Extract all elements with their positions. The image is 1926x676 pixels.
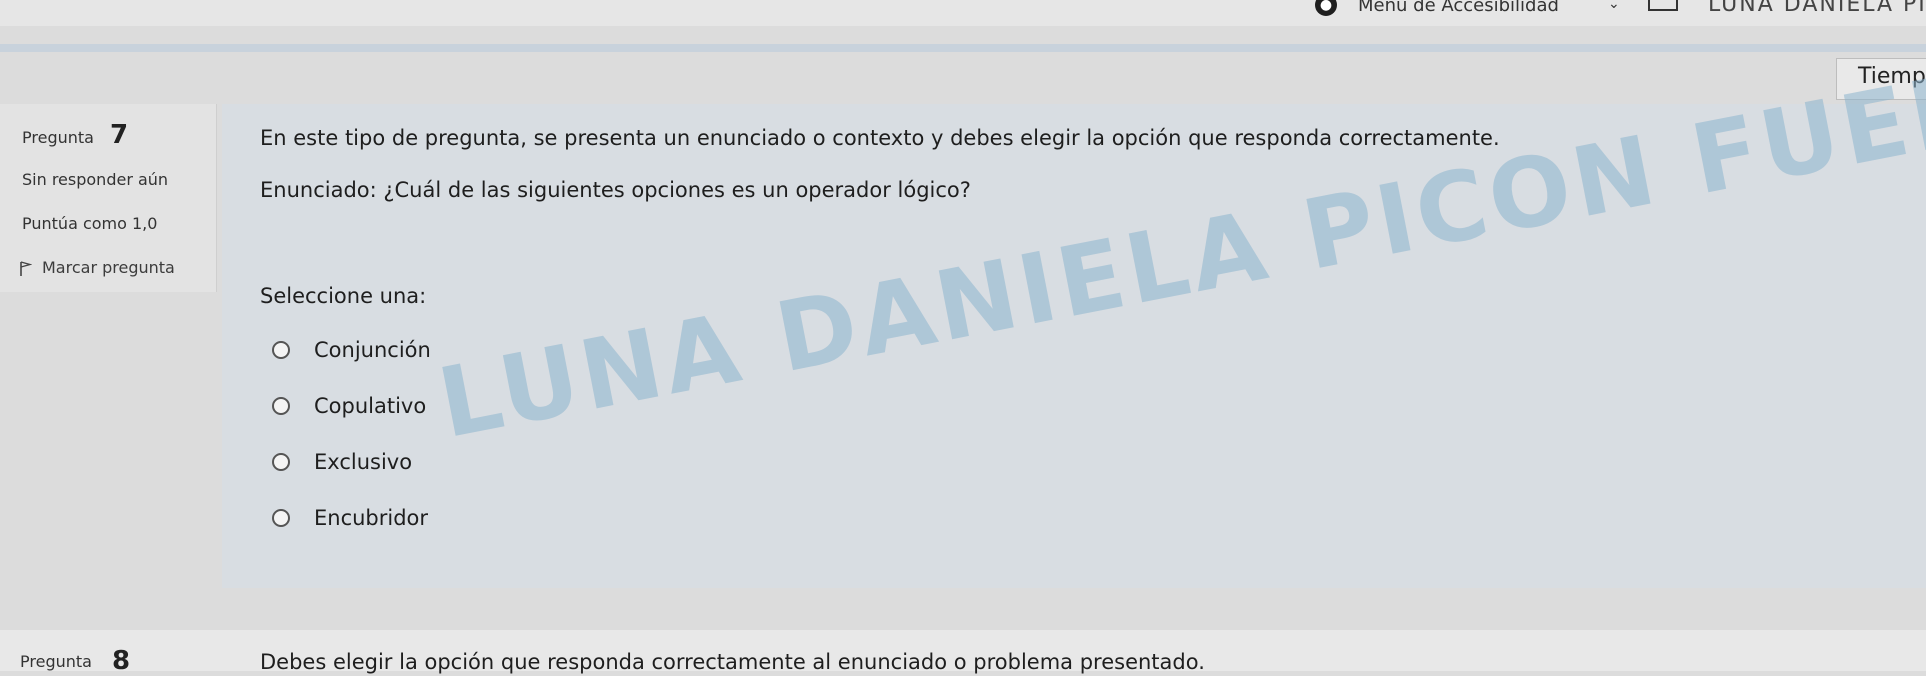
question-content-area — [222, 104, 1926, 588]
answer-option[interactable]: Encubridor — [272, 504, 428, 532]
flag-question-label[interactable]: Marcar pregunta — [42, 258, 175, 277]
answer-option[interactable]: Conjunción — [272, 336, 431, 364]
question-number: 7 — [110, 120, 129, 150]
next-question-number: 8 — [112, 646, 131, 676]
radio-button[interactable] — [272, 341, 290, 359]
flag-question-button[interactable]: Marcar pregunta — [20, 258, 175, 277]
accessibility-menu[interactable]: Menú de Accesibilidad — [1358, 0, 1559, 16]
answer-option[interactable]: Exclusivo — [272, 448, 412, 476]
option-label[interactable]: Exclusivo — [314, 450, 412, 474]
question-text: En este tipo de pregunta, se presenta un… — [260, 126, 1500, 150]
header-divider — [0, 44, 1926, 52]
radio-button[interactable] — [272, 509, 290, 527]
option-label[interactable]: Conjunción — [314, 338, 431, 362]
option-label[interactable]: Encubridor — [314, 506, 428, 530]
radio-button[interactable] — [272, 397, 290, 415]
next-question-text: Debes elegir la opción que responda corr… — [260, 650, 1205, 674]
question-label: Pregunta — [22, 128, 94, 147]
radio-button[interactable] — [272, 453, 290, 471]
user-name[interactable]: LUNA DANIELA PICO — [1708, 0, 1926, 17]
mail-icon[interactable] — [1648, 0, 1678, 11]
answer-prompt: Seleccione una: — [260, 284, 427, 308]
question-grade: Puntúa como 1,0 — [22, 214, 158, 233]
answer-option[interactable]: Copulativo — [272, 392, 426, 420]
question-statement: Enunciado: ¿Cuál de las siguientes opcio… — [260, 178, 971, 202]
timer-label: Tiempo — [1858, 64, 1926, 89]
question-state: Sin responder aún — [22, 170, 169, 189]
chevron-down-icon[interactable]: ⌄ — [1608, 0, 1620, 12]
option-label[interactable]: Copulativo — [314, 394, 426, 418]
top-navbar — [0, 0, 1926, 26]
flag-icon — [20, 260, 32, 276]
next-question-label: Pregunta — [20, 652, 92, 671]
